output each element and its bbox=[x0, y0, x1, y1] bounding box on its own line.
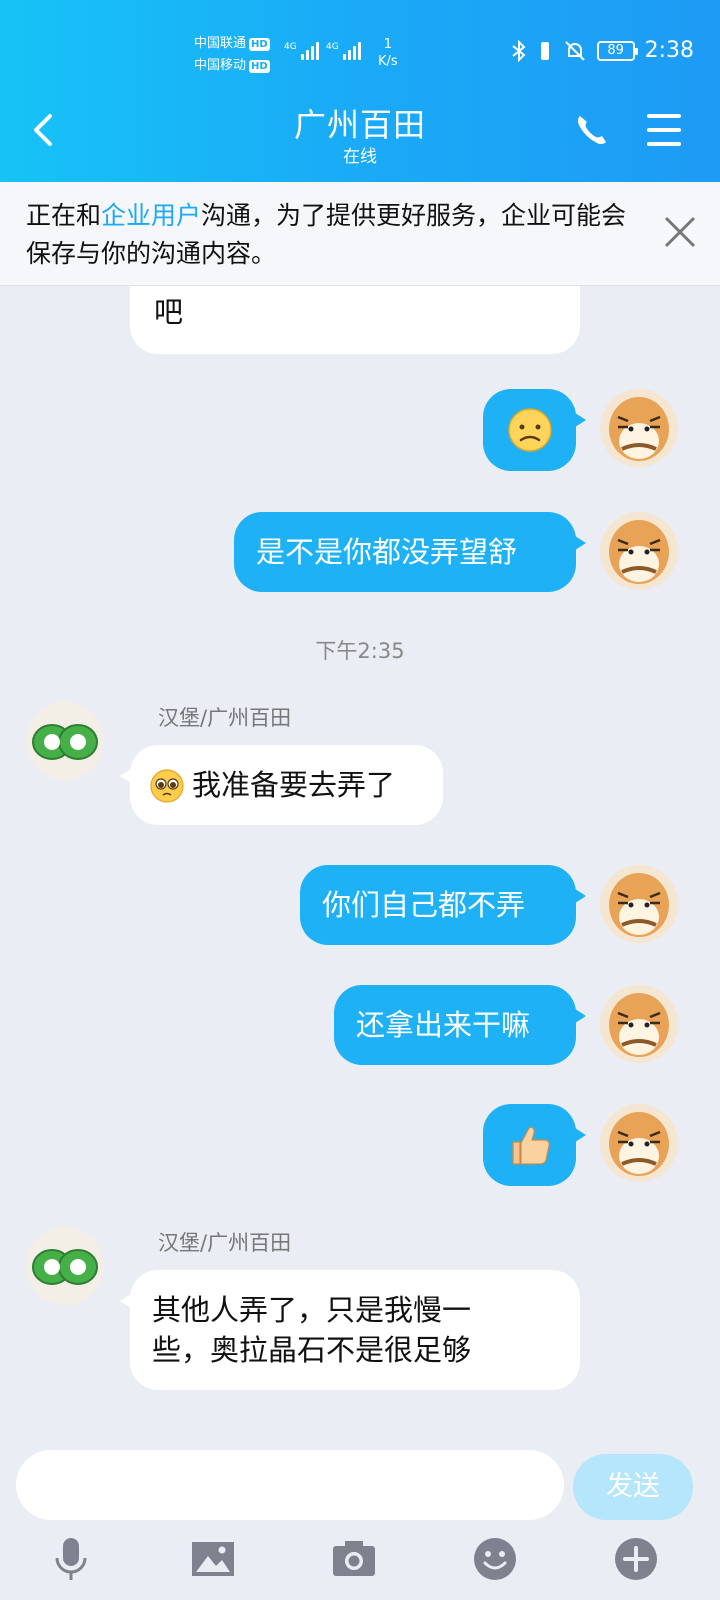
avatar[interactable] bbox=[26, 702, 104, 780]
emoji-icon bbox=[474, 1538, 516, 1580]
message-bubble-outgoing[interactable]: 是不是你都没弄望舒 bbox=[234, 512, 586, 592]
battery-icon: 89 bbox=[596, 40, 638, 61]
camera-button[interactable] bbox=[331, 1536, 377, 1582]
avatar[interactable] bbox=[600, 389, 678, 467]
chat-header: 中国联通 HD 中国移动 HD 4G 4G 1 K/s 89 2:38 广州百田 在… bbox=[0, 0, 720, 182]
status-icons: 89 2:38 bbox=[511, 38, 694, 63]
close-notice-button[interactable] bbox=[662, 214, 698, 250]
carrier-info: 中国联通 HD 中国移动 HD bbox=[194, 33, 270, 77]
thumbs-up-icon bbox=[512, 1126, 550, 1165]
sender-name: 汉堡/广州百田 bbox=[158, 706, 292, 730]
send-button[interactable]: 发送 bbox=[573, 1454, 693, 1520]
avatar[interactable] bbox=[600, 512, 678, 590]
mute-bell-icon bbox=[564, 40, 585, 61]
image-icon bbox=[192, 1542, 234, 1576]
user-avatar-icon bbox=[32, 1249, 98, 1285]
close-icon bbox=[664, 216, 696, 248]
message-bubble-outgoing[interactable]: 还拿出来干嘛 bbox=[334, 985, 586, 1065]
timestamp: 下午2:35 bbox=[315, 639, 405, 663]
online-status: 在线 bbox=[343, 147, 377, 167]
bluetooth-icon bbox=[511, 39, 526, 62]
tiger-avatar-icon bbox=[609, 1112, 669, 1176]
tiger-avatar-icon bbox=[609, 397, 669, 461]
composer: 发送 bbox=[0, 1444, 720, 1600]
user-avatar-icon bbox=[32, 724, 98, 760]
more-button[interactable] bbox=[613, 1536, 659, 1582]
voice-button[interactable] bbox=[48, 1536, 94, 1582]
hd-badge: HD bbox=[249, 38, 270, 51]
sad-face-icon bbox=[508, 408, 552, 452]
chat-title: 广州百田 bbox=[293, 106, 426, 144]
tiger-avatar-icon bbox=[609, 520, 669, 584]
menu-button[interactable] bbox=[645, 110, 683, 150]
vibrate-icon bbox=[540, 41, 549, 60]
message-bubble-incoming[interactable]: 其他人弄了，只是我慢一 些，奥拉晶石不是很足够 bbox=[120, 1270, 580, 1390]
message-bubble-outgoing[interactable] bbox=[483, 1104, 586, 1186]
call-button[interactable] bbox=[572, 108, 612, 152]
avatar[interactable] bbox=[600, 865, 678, 943]
message-bubble-incoming[interactable]: 我准备要去弄了 bbox=[120, 745, 443, 825]
menu-icon bbox=[647, 114, 681, 146]
camera-icon bbox=[333, 1541, 375, 1576]
carrier-1: 中国联通 bbox=[194, 36, 247, 51]
avatar[interactable] bbox=[600, 985, 678, 1063]
microphone-icon bbox=[55, 1538, 87, 1580]
image-button[interactable] bbox=[190, 1536, 236, 1582]
hd-badge: HD bbox=[249, 60, 270, 73]
message-bubble-outgoing[interactable]: 你们自己都不弄 bbox=[300, 865, 586, 945]
network-speed: 1 K/s bbox=[378, 37, 398, 69]
plus-icon bbox=[615, 1538, 657, 1580]
message-list[interactable]: 那我帮你建议一下加强望舒 吧 是不是你都没弄望舒 bbox=[0, 182, 720, 1444]
tiger-avatar-icon bbox=[609, 993, 669, 1057]
message-input[interactable] bbox=[16, 1450, 564, 1520]
tiger-avatar-icon bbox=[609, 873, 669, 937]
emoji-button[interactable] bbox=[472, 1536, 518, 1582]
privacy-notice: 正在和企业用户沟通，为了提供更好服务，企业可能会保存与你的沟通内容。 bbox=[0, 182, 720, 286]
status-time: 2:38 bbox=[644, 38, 694, 63]
sender-name: 汉堡/广州百田 bbox=[158, 1231, 292, 1255]
pleading-face-icon bbox=[150, 769, 184, 803]
signal-icon: 4G bbox=[326, 42, 361, 60]
signal-icon: 4G bbox=[284, 42, 319, 60]
avatar[interactable] bbox=[600, 1104, 678, 1182]
enterprise-user-link[interactable]: 企业用户 bbox=[101, 201, 201, 230]
avatar[interactable] bbox=[26, 1227, 104, 1305]
carrier-2: 中国移动 bbox=[194, 58, 247, 73]
phone-icon bbox=[577, 116, 606, 145]
message-bubble-outgoing[interactable] bbox=[483, 389, 586, 471]
